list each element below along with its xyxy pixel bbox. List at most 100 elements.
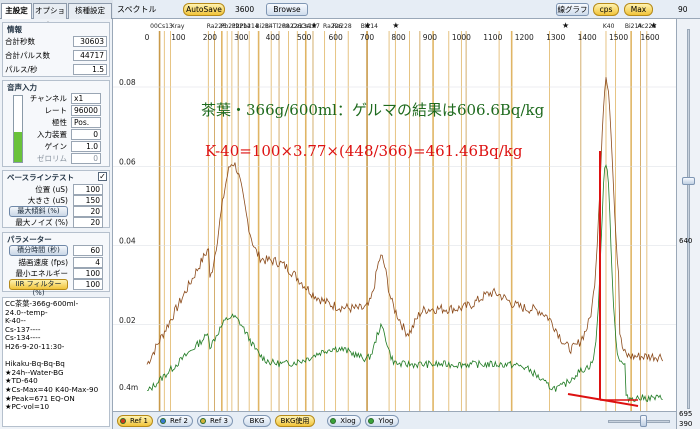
tab-main-settings[interactable]: 主設定 [1, 3, 32, 19]
x-tick-label: 600 [328, 33, 343, 42]
polarity-select[interactable]: Pos. [71, 117, 101, 128]
iir-filter-field[interactable]: 100 [73, 279, 103, 290]
ref1-button[interactable]: Ref 1 [117, 415, 153, 427]
horizontal-slider-thumb[interactable] [640, 415, 647, 427]
rate-select[interactable]: 96000 [71, 105, 101, 116]
y-tick-label: 0.08 [119, 78, 136, 87]
ref3-label: Ref 3 [210, 417, 228, 425]
baseline-test-checkbox[interactable]: ✓ [98, 172, 107, 181]
total-seconds-label: 合計秒数 [5, 37, 35, 46]
annotation-2: K-40=100×3.77×(448/366)=461.46Bq/kg [205, 142, 523, 160]
bkg-button[interactable]: BKG [243, 415, 271, 427]
vertical-slider-panel: 640 695 390 [676, 19, 700, 429]
size-field[interactable]: 150 [73, 195, 103, 206]
position-label: 位置 (uS) [35, 185, 68, 194]
pulses-per-second-label: パルス/秒 [5, 65, 38, 74]
nuclide-label: Xray [171, 23, 185, 30]
x-tick-label: 300 [234, 33, 249, 42]
vertical-slider-value-695: 695 [679, 410, 693, 418]
position-field[interactable]: 100 [73, 184, 103, 195]
total-pulses-value: 44717 [73, 50, 107, 61]
x-tick-label: 1300 [546, 33, 565, 42]
spectrum-chart[interactable]: 0 100 200 300 400 500 600 700 800 900 1000 1100 1200… [113, 19, 676, 411]
max-noise-field[interactable]: 20 [73, 217, 103, 228]
gain-field[interactable]: 1.0 [71, 141, 101, 152]
spectrum-toolbar: スペクトル AutoSave 3600 Browse 線グラフ cps Max … [113, 0, 700, 19]
ref2-led-icon [160, 418, 166, 424]
ylog-label: Ylog [378, 417, 394, 425]
total-pulses-label: 合計パルス数 [5, 51, 50, 60]
input-device-label: 入力装置 [37, 130, 67, 139]
top-right-value: 90 [678, 5, 688, 14]
baseline-test-group: ベースラインテスト ✓ 位置 (uS) 100 大きさ (uS) 150 最大傾… [2, 170, 110, 228]
spectrum-plot[interactable]: 0 100 200 300 400 500 600 700 800 900 1000 1100 1200… [113, 19, 676, 411]
star-icon: ★ [392, 21, 399, 30]
cps-toggle[interactable]: cps [593, 3, 619, 16]
input-level-meter [13, 95, 23, 163]
tab-options[interactable]: オプション [33, 3, 67, 29]
draw-speed-label: 描画速度 (fps) [18, 258, 68, 267]
star-icon: ★ [364, 21, 371, 30]
settings-tabs: 主設定 オプション 核種設定 [0, 0, 113, 29]
zero-limit-field[interactable]: 0 [71, 153, 101, 164]
max-toggle[interactable]: Max [624, 3, 653, 16]
polarity-label: 極性 [52, 118, 67, 127]
pulses-per-second-value: 1.5 [73, 64, 107, 75]
audio-input-group: 音声入力 チャンネル x1 レート 96000 極性 Pos. 入力装置 0 ゲ… [2, 80, 110, 167]
draw-speed-field[interactable]: 4 [73, 257, 103, 268]
channel-label: チャンネル [29, 94, 67, 103]
x-tick-label: 100 [171, 33, 186, 42]
ref1-label: Ref 1 [130, 417, 148, 425]
y-tick-label: 0.4m [119, 383, 138, 392]
app-window: 主設定 オプション 核種設定 情報 合計秒数 30603 合計パルス数 4471… [0, 0, 700, 429]
audio-input-title: 音声入力 [7, 83, 37, 92]
vertical-slider-value-390: 390 [679, 420, 693, 428]
x-tick-label: 1500 [609, 33, 628, 42]
settings-panel: 主設定 オプション 核種設定 情報 合計秒数 30603 合計パルス数 4471… [0, 0, 113, 429]
x-tick-label: 700 [360, 33, 375, 42]
input-device-field[interactable]: 0 [71, 129, 101, 140]
notes-textbox[interactable]: CC茶葉-366g-600ml- 24.0--temp- K-40-- Cs-137-… [2, 297, 110, 427]
vertical-slider-thumb-top[interactable] [682, 177, 695, 185]
ref2-button[interactable]: Ref 2 [157, 415, 193, 427]
horizontal-slider-track[interactable] [608, 420, 670, 423]
ylog-button[interactable]: Ylog [365, 415, 399, 427]
autosave-toggle[interactable]: AutoSave [183, 3, 225, 16]
info-title: 情報 [7, 25, 22, 34]
tab-nuclide-settings[interactable]: 核種設定 [68, 3, 112, 19]
x-tick-label: 400 [266, 33, 281, 42]
parameters-title: パラメーター [7, 235, 52, 244]
integration-time-button[interactable]: 積分時間 (秒) [9, 245, 68, 256]
ref1-led-icon [120, 418, 126, 424]
autosave-interval: 3600 [235, 5, 255, 14]
xlog-button[interactable]: Xlog [327, 415, 361, 427]
x-tick-label: 200 [203, 33, 218, 42]
min-energy-field[interactable]: 100 [73, 268, 103, 279]
iir-filter-button[interactable]: IIR フィルター (%) [9, 279, 68, 297]
ref3-button[interactable]: Ref 3 [197, 415, 233, 427]
x-tick-label: 1400 [578, 33, 597, 42]
bottom-toolbar: Ref 1 Ref 2 Ref 3 BKG BKG使用 Xlog Ylog [113, 411, 676, 429]
x-tick-label: 1000 [452, 33, 471, 42]
x-tick-label: 0 [145, 33, 150, 42]
channel-select[interactable]: x1 [71, 93, 101, 104]
x-tick-label: 1100 [483, 33, 502, 42]
line-graph-toggle[interactable]: 線グラフ [556, 3, 589, 16]
integration-time-field[interactable]: 60 [73, 245, 103, 256]
info-group: 情報 合計秒数 30603 合計パルス数 44717 パルス/秒 1.5 [2, 22, 110, 77]
star-icon: ★ [650, 21, 657, 30]
y-tick-label: 0.06 [119, 157, 136, 166]
gain-label: ゲイン [44, 142, 67, 151]
xlog-led-icon [330, 418, 336, 424]
bkg-use-button[interactable]: BKG使用 [275, 415, 315, 427]
size-label: 大きさ (uS) [27, 196, 68, 205]
max-slope-field[interactable]: 20 [73, 206, 103, 217]
max-slope-button[interactable]: 最大傾斜 (%) [9, 206, 68, 217]
star-icon: ★ [562, 21, 569, 30]
vertical-slider-track[interactable] [687, 29, 690, 409]
y-tick-label: 0.04 [119, 237, 136, 246]
baseline-test-title: ベースラインテスト [7, 173, 75, 182]
notes-line: ★PC-vol=10 [5, 402, 50, 412]
notes-line: H26-9-20-11:30- [5, 341, 65, 351]
browse-button[interactable]: Browse [266, 3, 308, 16]
